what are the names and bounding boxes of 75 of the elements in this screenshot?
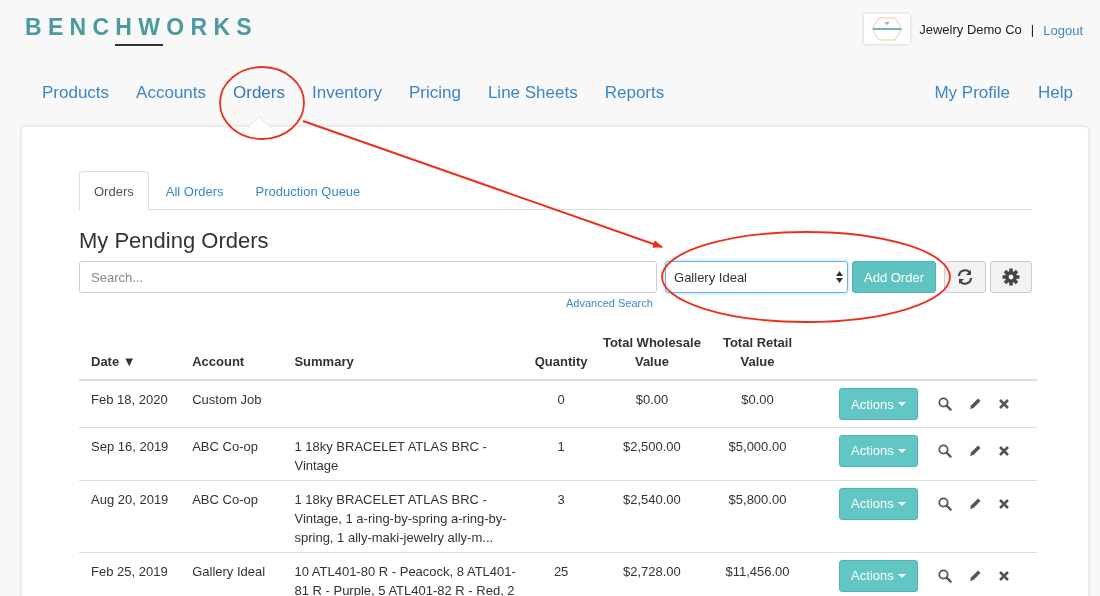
nav-link[interactable]: Products	[34, 81, 118, 105]
delete-icon[interactable]	[997, 398, 1010, 410]
table-cell: $2,728.00	[623, 563, 681, 579]
caret-icon	[897, 448, 906, 453]
caret-icon	[897, 501, 906, 506]
table-cell: $11,456.00	[725, 563, 790, 579]
table-cell: Feb 18, 2020	[91, 392, 168, 407]
actions-button[interactable]: Actions	[839, 559, 918, 592]
table-cell: $2,500.00	[623, 438, 681, 454]
nav-link[interactable]: Inventory	[304, 81, 390, 105]
delete-icon[interactable]	[997, 497, 1010, 510]
advanced-search-link[interactable]: Advanced Search	[566, 297, 653, 309]
delete-icon[interactable]	[997, 569, 1010, 582]
delete-icon[interactable]	[997, 444, 1010, 457]
search-field[interactable]: Search...	[79, 261, 657, 293]
table-cell: $0.00	[635, 392, 669, 407]
separator: |	[1030, 21, 1035, 37]
tab[interactable]: Orders	[79, 171, 149, 210]
caret-icon	[897, 402, 906, 406]
pencil-icon[interactable]	[967, 443, 982, 458]
table-cell: $5,000.00	[728, 438, 787, 454]
table-cell-text: 1 18ky BRACELET ATLAS BRC - Vintage, 1 a-ring-by-spring a-ring-by-spring, 1 ally-maki-jewelry ally-m...	[294, 490, 508, 547]
nav-link[interactable]: My Profile	[926, 81, 1019, 105]
pencil-icon[interactable]	[967, 397, 982, 411]
logout-link[interactable]: Logout	[1043, 23, 1083, 38]
table-cell: Feb 25, 2019	[91, 563, 168, 579]
table-cell: 3	[557, 491, 565, 507]
table-cell: $0.00	[741, 392, 774, 407]
table-cell: 25	[553, 563, 569, 579]
table-cell: $5,800.00	[728, 491, 787, 507]
search-icon[interactable]	[937, 496, 952, 511]
column-header[interactable]: Date ▼	[91, 354, 136, 369]
caret-icon	[897, 573, 906, 578]
tab[interactable]: Production Queue	[240, 171, 376, 210]
nav-link[interactable]: Accounts	[128, 81, 215, 105]
account-select[interactable]: Gallery Ideal	[665, 261, 848, 293]
search-icon[interactable]	[937, 443, 952, 458]
table-cell: $2,540.00	[623, 491, 681, 507]
actions-button[interactable]: Actions	[839, 434, 918, 467]
nav-link[interactable]: Pricing	[400, 81, 469, 105]
search-icon[interactable]	[937, 568, 952, 583]
table-cell: 0	[557, 392, 565, 407]
nav-link[interactable]: Help	[1030, 81, 1081, 105]
table-cell: ABC Co-op	[192, 491, 258, 507]
add-order-button[interactable]: Add Order	[852, 261, 936, 293]
company-logo-icon	[864, 14, 911, 44]
tab[interactable]: All Orders	[150, 171, 239, 210]
select-arrows-icon	[836, 271, 843, 283]
search-icon[interactable]	[937, 397, 952, 411]
column-header: Account	[192, 354, 245, 369]
page-heading: My Pending Orders	[79, 229, 270, 253]
table-cell: Gallery Ideal	[192, 563, 266, 579]
nav-link[interactable]: Orders	[225, 81, 293, 105]
refresh-icon	[956, 268, 974, 286]
refresh-button[interactable]	[944, 261, 986, 293]
actions-button[interactable]: Actions	[839, 487, 918, 520]
table-cell: 1	[557, 438, 565, 454]
column-header: Total Wholesale Value	[602, 335, 701, 369]
actions-button[interactable]: Actions	[839, 388, 918, 420]
pencil-icon[interactable]	[967, 568, 982, 583]
nav-link[interactable]: Line Sheets	[479, 81, 586, 105]
pencil-icon[interactable]	[967, 496, 982, 511]
settings-icon	[1002, 268, 1020, 286]
column-header: Summary	[294, 354, 354, 369]
settings-button[interactable]	[990, 261, 1032, 293]
company-name: Jewelry Demo Co	[919, 21, 1022, 37]
table-cell: ABC Co-op	[192, 438, 258, 454]
table-cell: Sep 16, 2019	[91, 438, 169, 454]
logo: BENCHWORKS	[25, 13, 259, 41]
table-cell-text: 1 18ky BRACELET ATLAS BRC - Vintage	[294, 437, 488, 475]
column-header: Total Retail Value	[722, 335, 793, 369]
column-header: Quantity	[534, 354, 588, 369]
table-cell: Custom Job	[192, 392, 262, 407]
table-cell: Aug 20, 2019	[91, 491, 169, 507]
nav-link[interactable]: Reports	[596, 81, 673, 105]
